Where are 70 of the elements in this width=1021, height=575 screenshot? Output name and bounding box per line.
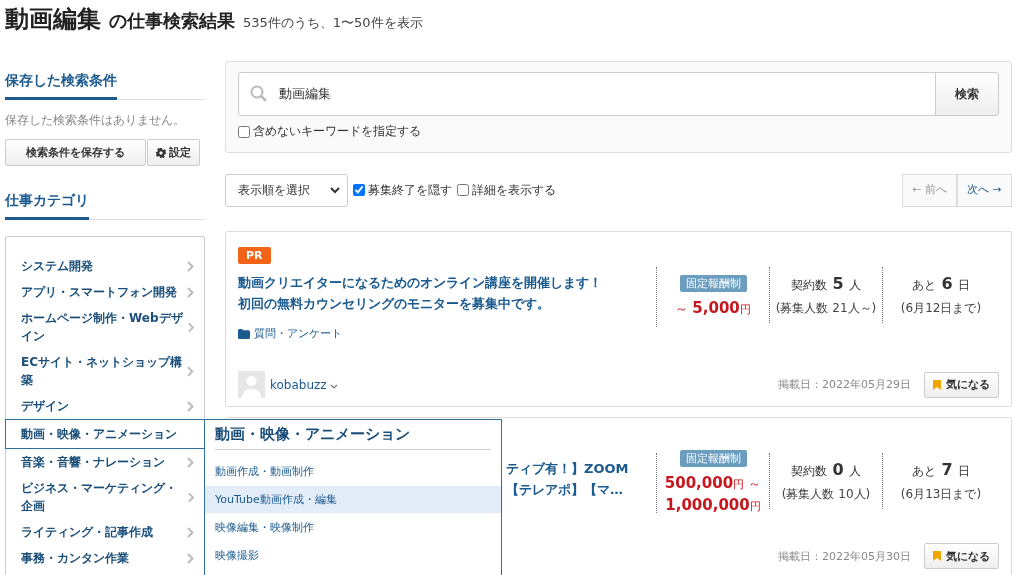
- deadline-date: (6月12日まで): [900, 299, 982, 317]
- search-keyword-title: 動画編集: [5, 4, 101, 35]
- result-count: 535件のうち、1〜50件を表示: [243, 14, 423, 32]
- settings-button[interactable]: 設定: [147, 139, 200, 166]
- sort-dropdown[interactable]: 表示順を選択: [225, 173, 348, 207]
- chevron-down-icon: [330, 186, 340, 194]
- chevron-right-icon: [187, 400, 194, 412]
- bookmark-button[interactable]: 気になる: [924, 371, 999, 398]
- checkbox-label: 含めないキーワードを指定する: [253, 123, 421, 140]
- chevron-right-icon: [187, 526, 194, 538]
- page-title: の仕事検索結果: [109, 9, 235, 33]
- price: ～ 5,000円: [675, 297, 751, 319]
- chevron-right-icon: [187, 365, 194, 377]
- pr-badge: PR: [238, 247, 271, 264]
- client-name-link[interactable]: kobabuzz: [270, 377, 339, 392]
- bookmark-icon: [933, 379, 941, 390]
- chevron-right-icon: [187, 552, 194, 564]
- deadline-date: (6月13日まで): [900, 485, 982, 503]
- checkbox[interactable]: [457, 184, 469, 196]
- checkbox[interactable]: [353, 184, 365, 196]
- pay-type-badge: 固定報酬制: [679, 274, 747, 292]
- posted-date: 掲載日：2022年05月30日: [778, 548, 911, 564]
- folder-icon: [238, 328, 250, 339]
- subcategory-item[interactable]: YouTube動画作成・編集: [205, 486, 501, 513]
- posted-date: 掲載日：2022年05月29日: [778, 377, 911, 392]
- category-item[interactable]: ホームページ制作・Webデザイン: [6, 305, 204, 349]
- section-heading: 保存した検索条件: [5, 72, 117, 100]
- price: 500,000円 ～: [664, 472, 762, 494]
- chevron-right-icon: [187, 321, 194, 333]
- submenu-heading: 動画・映像・アニメーション: [215, 425, 491, 450]
- save-search-button[interactable]: 検索条件を保存する: [5, 139, 146, 166]
- search-field[interactable]: 動画編集: [238, 72, 936, 116]
- checkbox-label: 詳細を表示する: [472, 181, 556, 199]
- empty-message: 保存した検索条件はありません。: [5, 112, 186, 129]
- category-item[interactable]: 音楽・音響・ナレーション: [6, 449, 204, 475]
- recruit-count: (募集人数 10人): [781, 485, 871, 503]
- category-item[interactable]: アプリ・スマートフォン開発: [6, 279, 204, 305]
- gear-icon: [156, 147, 166, 158]
- category-item[interactable]: ビジネス・マーケティング・企画: [6, 475, 204, 519]
- checkbox-label: 募集終了を隠す: [368, 181, 452, 199]
- days-remaining: あと 6 日: [911, 273, 971, 294]
- chevron-right-icon: [187, 286, 194, 298]
- next-button[interactable]: 次へ →: [957, 173, 1012, 207]
- category-item[interactable]: システム開発: [6, 253, 204, 279]
- contract-count: 契約数 0 人: [790, 459, 862, 480]
- chevron-right-icon: [187, 491, 194, 503]
- category-item[interactable]: デザイン: [6, 393, 204, 419]
- checkbox[interactable]: [238, 125, 250, 138]
- category-link[interactable]: 質問・アンケート: [238, 326, 656, 341]
- category-item[interactable]: 事務・カンタン作業: [6, 545, 204, 571]
- price: 1,000,000円: [665, 494, 761, 516]
- subcategory-item[interactable]: 動画作成・動画制作: [205, 458, 501, 485]
- days-remaining: あと 7 日: [911, 459, 971, 480]
- recruit-count: (募集人数 21人～): [775, 299, 877, 317]
- category-item[interactable]: 動画・映像・アニメーション: [5, 419, 205, 449]
- pay-type-badge: 固定報酬制: [679, 449, 747, 467]
- avatar-icon: [238, 371, 265, 398]
- chevron-right-icon: [187, 456, 194, 468]
- category-item[interactable]: ライティング・記事作成: [6, 519, 204, 545]
- chevron-right-icon: [187, 260, 194, 272]
- job-title-link[interactable]: 動画クリエイターになるためのオンライン講座を開催します！ 初回の無料カウンセリングのモニターを募集中です。: [238, 272, 656, 314]
- contract-count: 契約数 5 人: [790, 273, 862, 294]
- section-heading: 仕事カテゴリ: [5, 192, 89, 220]
- subcategory-item[interactable]: 映像撮影: [205, 542, 501, 569]
- chevron-down-icon: [330, 383, 339, 389]
- category-item[interactable]: ECサイト・ネットショップ構築: [6, 349, 204, 393]
- bookmark-button[interactable]: 気になる: [924, 543, 999, 569]
- search-button[interactable]: 検索: [935, 72, 999, 116]
- subcategory-item[interactable]: 映像編集・映像制作: [205, 514, 501, 541]
- bookmark-icon: [933, 551, 941, 561]
